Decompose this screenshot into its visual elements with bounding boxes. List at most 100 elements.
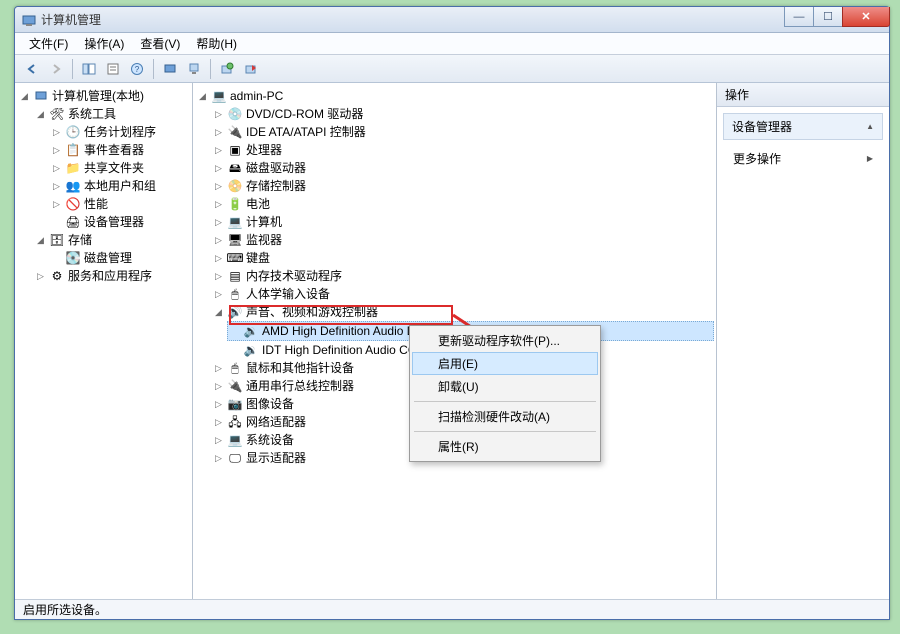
tree-label: 磁盘管理 — [84, 249, 132, 267]
device-tree-pane[interactable]: ◢ 💻 admin-PC ▷💿DVD/CD-ROM 驱动器 ▷🔌IDE ATA/… — [193, 83, 717, 599]
menu-view[interactable]: 查看(V) — [134, 33, 186, 54]
menu-file[interactable]: 文件(F) — [23, 33, 74, 54]
expander-icon[interactable]: ▷ — [51, 145, 62, 156]
tree-label: 本地用户和组 — [84, 177, 156, 195]
maximize-button[interactable]: ☐ — [813, 7, 843, 27]
expander-icon[interactable]: ▷ — [213, 181, 224, 192]
expander-icon[interactable]: ▷ — [213, 453, 224, 464]
svg-text:?: ? — [135, 65, 140, 74]
tree-device-manager[interactable]: ▷🖨设备管理器 — [49, 213, 190, 231]
dev-keyboard[interactable]: ▷⌨键盘 — [211, 249, 714, 267]
ctx-enable[interactable]: 启用(E) — [412, 352, 598, 375]
toolbar-device-icon[interactable] — [159, 58, 181, 80]
usb-icon: 🔌 — [227, 378, 243, 394]
ctx-uninstall[interactable]: 卸载(U) — [412, 375, 598, 398]
tree-label: 服务和应用程序 — [68, 267, 152, 285]
dev-sound-video-game[interactable]: ◢🔊声音、视频和游戏控制器 — [211, 303, 714, 321]
expander-icon[interactable]: ▷ — [213, 235, 224, 246]
tree-label: 磁盘驱动器 — [246, 159, 306, 177]
dev-disk-drives[interactable]: ▷🖴磁盘驱动器 — [211, 159, 714, 177]
enable-toolbar-button[interactable] — [240, 58, 262, 80]
expander-icon[interactable]: ▷ — [51, 127, 62, 138]
expander-icon[interactable]: ▷ — [51, 181, 62, 192]
tree-label: 任务计划程序 — [84, 123, 156, 141]
minimize-button[interactable]: — — [784, 7, 814, 27]
dvd-icon: 💿 — [227, 106, 243, 122]
dev-storage-ctrl[interactable]: ▷📀存储控制器 — [211, 177, 714, 195]
tree-label: 性能 — [84, 195, 108, 213]
dev-cpu[interactable]: ▷▣处理器 — [211, 141, 714, 159]
menu-help[interactable]: 帮助(H) — [190, 33, 243, 54]
tree-root-computer-mgmt[interactable]: ◢ 计算机管理(本地) — [17, 87, 190, 105]
expander-icon[interactable]: ◢ — [35, 235, 46, 246]
tree-task-scheduler[interactable]: ▷🕒任务计划程序 — [49, 123, 190, 141]
tree-event-viewer[interactable]: ▷📋事件查看器 — [49, 141, 190, 159]
expander-icon[interactable]: ◢ — [213, 307, 224, 318]
tree-local-users[interactable]: ▷👥本地用户和组 — [49, 177, 190, 195]
expander-icon[interactable]: ▷ — [213, 271, 224, 282]
left-tree-pane[interactable]: ◢ 计算机管理(本地) ◢ 🛠 系统工具 ▷🕒任务计划程序 — [15, 83, 193, 599]
monitor-icon: 🖥 — [227, 232, 243, 248]
expander-icon[interactable]: ▷ — [213, 217, 224, 228]
expander-icon[interactable]: ▷ — [213, 417, 224, 428]
show-hide-tree-button[interactable] — [78, 58, 100, 80]
storage-icon: 🗄 — [49, 232, 65, 248]
tree-performance[interactable]: ▷🚫性能 — [49, 195, 190, 213]
tree-disk-mgmt[interactable]: ▷💽磁盘管理 — [49, 249, 190, 267]
expander-icon[interactable]: ▷ — [213, 253, 224, 264]
dev-hid[interactable]: ▷🖱人体学输入设备 — [211, 285, 714, 303]
expander-icon[interactable]: ◢ — [197, 91, 208, 102]
expander-icon[interactable]: ▷ — [213, 199, 224, 210]
ctx-properties[interactable]: 属性(R) — [412, 435, 598, 458]
expander-icon[interactable]: ▷ — [213, 145, 224, 156]
close-button[interactable]: ✕ — [842, 7, 890, 27]
tree-label: 电池 — [246, 195, 270, 213]
expander-icon[interactable]: ▷ — [213, 163, 224, 174]
expander-icon[interactable]: ◢ — [35, 109, 46, 120]
expander-icon[interactable]: ▷ — [213, 109, 224, 120]
ctx-scan-hardware[interactable]: 扫描检测硬件改动(A) — [412, 405, 598, 428]
device-root[interactable]: ◢ 💻 admin-PC — [195, 87, 714, 105]
tree-label: 设备管理器 — [84, 213, 144, 231]
expander-icon[interactable]: ◢ — [19, 91, 30, 102]
dev-battery[interactable]: ▷🔋电池 — [211, 195, 714, 213]
expander-icon[interactable]: ▷ — [213, 381, 224, 392]
forward-button[interactable] — [45, 58, 67, 80]
tree-label: 网络适配器 — [246, 413, 306, 431]
computer-icon: 💻 — [227, 214, 243, 230]
expander-icon[interactable]: ▷ — [213, 289, 224, 300]
tree-label: 通用串行总线控制器 — [246, 377, 354, 395]
dev-computer[interactable]: ▷💻计算机 — [211, 213, 714, 231]
dev-monitor[interactable]: ▷🖥监视器 — [211, 231, 714, 249]
camera-icon: 📷 — [227, 396, 243, 412]
tree-services-apps[interactable]: ▷⚙服务和应用程序 — [33, 267, 190, 285]
device-mgr-icon: 🖨 — [65, 214, 81, 230]
tree-label: 存储 — [68, 231, 92, 249]
tree-shared-folders[interactable]: ▷📁共享文件夹 — [49, 159, 190, 177]
expander-icon[interactable]: ▷ — [51, 163, 62, 174]
actions-group-device-manager[interactable]: 设备管理器 ▲ — [723, 113, 883, 140]
tree-label: 人体学输入设备 — [246, 285, 330, 303]
dev-dvd[interactable]: ▷💿DVD/CD-ROM 驱动器 — [211, 105, 714, 123]
scan-hardware-button[interactable] — [216, 58, 238, 80]
ctx-update-driver[interactable]: 更新驱动程序软件(P)... — [412, 329, 598, 352]
tree-storage[interactable]: ◢ 🗄 存储 — [33, 231, 190, 249]
chevron-right-icon: ▶ — [867, 154, 873, 163]
menu-action[interactable]: 操作(A) — [78, 33, 130, 54]
app-icon — [21, 12, 37, 28]
expander-icon[interactable]: ▷ — [213, 399, 224, 410]
expander-icon[interactable]: ▷ — [51, 199, 62, 210]
expander-icon[interactable]: ▷ — [213, 127, 224, 138]
expander-icon[interactable]: ▷ — [213, 435, 224, 446]
actions-more[interactable]: 更多操作 ▶ — [717, 146, 889, 171]
dev-ide[interactable]: ▷🔌IDE ATA/ATAPI 控制器 — [211, 123, 714, 141]
help-toolbar-button[interactable]: ? — [126, 58, 148, 80]
back-button[interactable] — [21, 58, 43, 80]
toolbar-pc-icon[interactable] — [183, 58, 205, 80]
expander-icon[interactable]: ▷ — [213, 363, 224, 374]
tree-system-tools[interactable]: ◢ 🛠 系统工具 — [33, 105, 190, 123]
dev-memtech[interactable]: ▷▤内存技术驱动程序 — [211, 267, 714, 285]
properties-toolbar-button[interactable] — [102, 58, 124, 80]
services-icon: ⚙ — [49, 268, 65, 284]
expander-icon[interactable]: ▷ — [35, 271, 46, 282]
